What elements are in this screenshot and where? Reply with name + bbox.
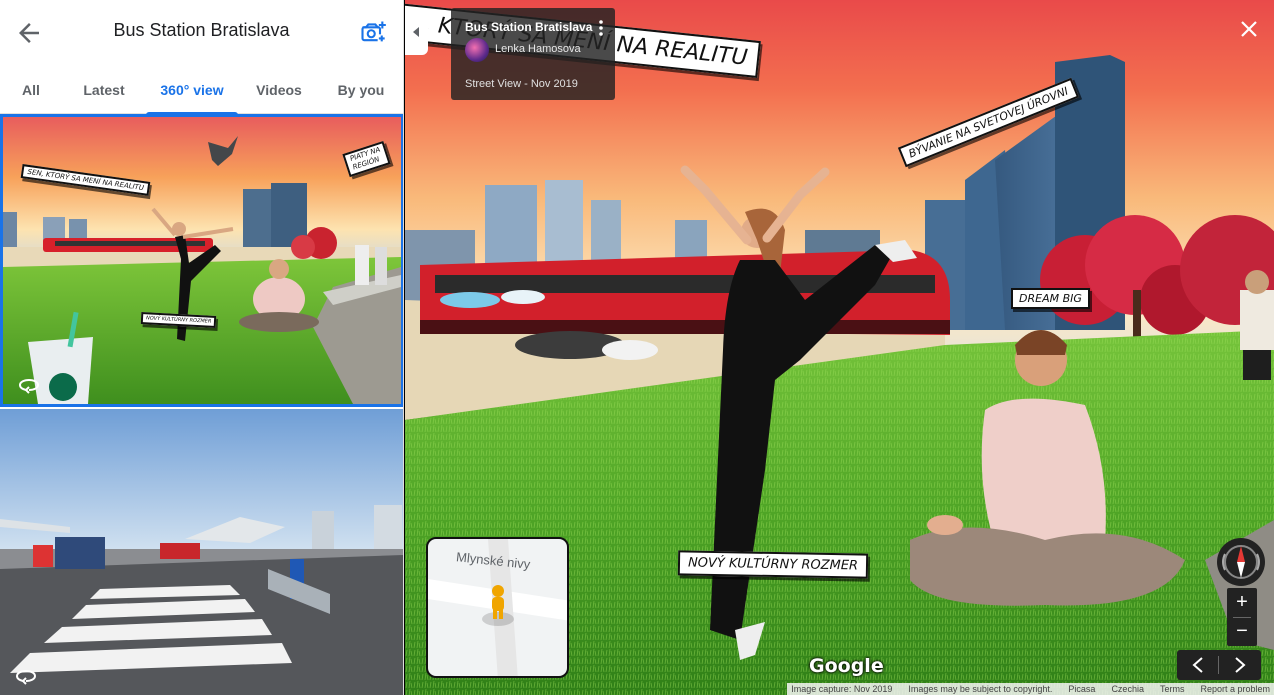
footer-picasa[interactable]: Picasa: [1068, 683, 1095, 695]
photo-tabs: All Latest 360° view Videos By you: [0, 64, 403, 115]
close-icon[interactable]: [1240, 20, 1258, 38]
photo-nav-arrows: [1177, 650, 1261, 680]
app-window: Bus Station Bratislava All Latest 360° v…: [0, 0, 1274, 695]
photo-info-card: Bus Station Bratislava Lenka Hamosova St…: [451, 8, 615, 100]
footer-copyright: Images may be subject to copyright.: [908, 684, 1053, 694]
360-rotate-icon: [19, 378, 40, 394]
footer-region[interactable]: Czechia: [1111, 683, 1144, 695]
panel-header: Bus Station Bratislava: [0, 0, 403, 64]
tab-360-view[interactable]: 360° view: [146, 64, 238, 115]
tab-latest[interactable]: Latest: [62, 64, 146, 114]
sign-dream-big: DREAM BIG: [1011, 288, 1090, 309]
panel-title: Bus Station Bratislava: [113, 20, 290, 40]
footer-report[interactable]: Report a problem: [1200, 683, 1270, 695]
zoom-control: + −: [1227, 588, 1257, 646]
info-card-title[interactable]: Bus Station Bratislava: [465, 20, 592, 34]
street-view-viewer[interactable]: N, KTORÝ SA MENÍ NA REALITU BÝVANIE NA S…: [405, 0, 1274, 695]
compass-icon[interactable]: [1217, 538, 1265, 586]
sign-novy-kulturny: NOVÝ KULTÚRNY ROZMER: [677, 550, 869, 579]
photo-thumbnail-collage[interactable]: SEN, KTORÝ SA MENÍ NA REALITU PIATY NA RE…: [0, 114, 403, 407]
pegman-icon: [482, 585, 514, 626]
author-name[interactable]: Lenka Hamosova: [495, 43, 581, 55]
tab-by-you[interactable]: By you: [320, 64, 402, 114]
capture-date: Street View - Nov 2019: [465, 78, 578, 90]
next-photo-button[interactable]: [1219, 650, 1261, 680]
map-footer: Image capture: Nov 2019 Images may be su…: [787, 683, 1274, 695]
collapse-panel-button[interactable]: [405, 9, 428, 55]
zoom-out-button[interactable]: −: [1227, 617, 1257, 646]
collage-image: [3, 117, 401, 404]
photo-thumbnail-bus-station[interactable]: [0, 409, 403, 695]
bus-station-image: [0, 409, 403, 695]
tab-all[interactable]: All: [0, 64, 62, 114]
camera-plus-icon[interactable]: [359, 18, 387, 46]
360-rotate-icon: [16, 669, 37, 685]
footer-capture: Image capture: Nov 2019: [791, 684, 893, 694]
footer-terms[interactable]: Terms: [1160, 683, 1185, 695]
tab-videos[interactable]: Videos: [238, 64, 320, 114]
previous-photo-button[interactable]: [1177, 650, 1219, 680]
more-vert-icon[interactable]: [597, 19, 605, 37]
minimap[interactable]: Mlynské nivy: [426, 537, 569, 678]
zoom-in-button[interactable]: +: [1227, 588, 1257, 617]
author-avatar[interactable]: [465, 38, 489, 62]
photos-panel: Bus Station Bratislava All Latest 360° v…: [0, 0, 404, 695]
google-logo: Google: [809, 655, 884, 677]
